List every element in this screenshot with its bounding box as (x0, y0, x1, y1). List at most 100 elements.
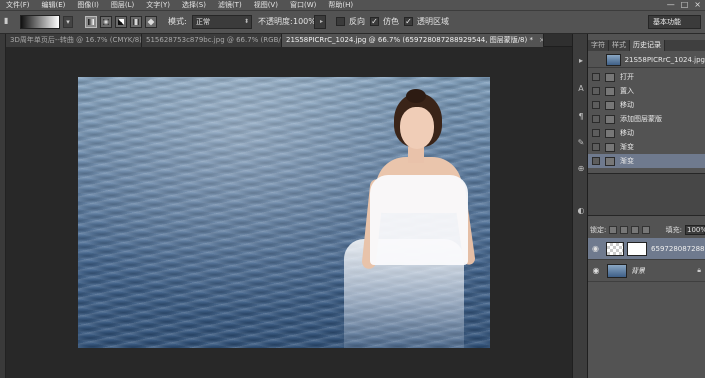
gradient-icon (605, 142, 615, 152)
reflected-gradient-icon (133, 19, 139, 25)
history-brush-source-toggle[interactable] (592, 115, 600, 123)
layer-row[interactable]: ◉ 背景 🔒︎ (588, 260, 705, 282)
history-step[interactable]: 添加图层蒙版 (588, 112, 705, 126)
hair-bun (406, 89, 426, 103)
layer-mask-thumbnail[interactable] (627, 241, 648, 256)
reflected-gradient-button[interactable] (130, 16, 142, 28)
history-step[interactable]: 移动 (588, 98, 705, 112)
history-brush-source-toggle[interactable] (592, 73, 600, 81)
snapshot-name: 21S58PICRrC_1024.jpg (624, 55, 705, 64)
eye-icon[interactable]: ◉ (591, 266, 601, 275)
diamond-gradient-button[interactable] (145, 16, 157, 28)
transparency-checkbox[interactable]: ✓ (404, 17, 413, 26)
menu-view[interactable]: 视图(V) (248, 0, 284, 10)
woman-figure (326, 89, 476, 348)
reverse-checkbox[interactable] (336, 17, 345, 26)
brush-panel-icon[interactable]: ✎ (576, 138, 586, 148)
close-icon[interactable]: × (539, 34, 543, 47)
tab-document-3[interactable]: 21S58PICRrC_1024.jpg @ 66.7% (6597280872… (282, 34, 544, 47)
history-step[interactable]: 渐变 (588, 140, 705, 154)
adjustments-icon[interactable]: ◐ (576, 206, 586, 216)
move-icon (605, 100, 615, 110)
gradient-picker-dropdown[interactable]: ▾ (63, 16, 73, 28)
history-step[interactable]: 移动 (588, 126, 705, 140)
document-icon (605, 86, 615, 96)
mode-label: 模式: (168, 17, 187, 26)
face (400, 107, 434, 149)
lock-label: 锁定: (590, 226, 607, 234)
tab-styles[interactable]: 样式 (609, 40, 630, 51)
opacity-value[interactable]: 100% (293, 16, 316, 28)
history-panel: 字符 样式 历史记录 21S58PICRrC_1024.jpg 打开 置入 移动… (588, 34, 705, 174)
window-controls: — □ × (667, 0, 701, 10)
document-tabs: 3D周年单页后--转曲 @ 16.7% (CMYK/8) 515628753c8… (6, 34, 572, 47)
menu-filter[interactable]: 滤镜(T) (212, 0, 248, 10)
lock-pixels-icon[interactable] (620, 226, 629, 234)
menu-help[interactable]: 帮助(H) (322, 0, 359, 10)
radial-gradient-button[interactable] (100, 16, 112, 28)
eye-icon[interactable]: ◉ (591, 244, 600, 253)
layer-row[interactable]: ◉ 659728087288... (588, 238, 705, 260)
collapsed-panel-dock: ▸ A ¶ ✎ ⊕ ◐ (572, 34, 588, 378)
radial-gradient-icon (103, 19, 109, 25)
menu-edit[interactable]: 编辑(E) (36, 0, 72, 10)
history-step[interactable]: 打开 (588, 70, 705, 84)
clone-source-icon[interactable]: ⊕ (576, 164, 586, 174)
lock-icon: 🔒︎ (697, 266, 701, 274)
menu-type[interactable]: 文字(Y) (140, 0, 176, 10)
gradient-tool-icon[interactable]: ▮ (4, 16, 13, 28)
paragraph-panel-icon[interactable]: ¶ (576, 112, 586, 122)
history-step[interactable]: 置入 (588, 84, 705, 98)
fill-input[interactable]: 100% (685, 225, 705, 235)
opacity-label: 不透明度: (258, 17, 293, 26)
maximize-button[interactable]: □ (681, 0, 689, 10)
history-step-label: 添加图层蒙版 (620, 115, 662, 123)
history-brush-source-toggle[interactable] (592, 157, 600, 165)
history-step-label: 置入 (620, 87, 634, 95)
history-brush-source-toggle[interactable] (592, 143, 600, 151)
history-panel-icon[interactable]: ▸ (576, 56, 586, 66)
document-icon (605, 72, 615, 82)
tab-label: 21S58PICRrC_1024.jpg @ 66.7% (6597280872… (286, 36, 533, 44)
menu-image[interactable]: 图像(I) (71, 0, 105, 10)
layer-lock-row: 锁定: 填充: 100% (588, 224, 705, 236)
move-icon (605, 128, 615, 138)
lock-transparent-icon[interactable] (609, 226, 618, 234)
document-image[interactable] (78, 77, 490, 348)
dither-checkbox[interactable]: ✓ (370, 17, 379, 26)
angle-gradient-icon (118, 19, 124, 25)
history-step-current[interactable]: 渐变 (588, 154, 705, 168)
panel-toolbar (588, 174, 705, 216)
history-step-label: 移动 (620, 129, 634, 137)
tab-history[interactable]: 历史记录 (630, 40, 665, 51)
history-brush-source-toggle[interactable] (592, 101, 600, 109)
linear-gradient-button[interactable] (85, 16, 97, 28)
tab-document-2[interactable]: 515628753c879bc.jpg @ 66.7% (RGB/8#) (142, 34, 282, 47)
workspace-select[interactable]: 基本功能 (648, 15, 701, 29)
gradient-preview-swatch[interactable] (20, 15, 60, 29)
angle-gradient-button[interactable] (115, 16, 127, 28)
canvas-area[interactable] (6, 47, 572, 378)
tab-document-1[interactable]: 3D周年单页后--转曲 @ 16.7% (CMYK/8) (6, 34, 142, 47)
opacity-dropdown[interactable]: ▸ (314, 15, 326, 29)
mode-select[interactable]: 正常 ⬍ (192, 15, 252, 29)
menu-window[interactable]: 窗口(W) (284, 0, 322, 10)
history-snapshot[interactable]: 21S58PICRrC_1024.jpg (588, 52, 705, 68)
tab-label: 515628753c879bc.jpg @ 66.7% (RGB/8#) (146, 36, 282, 44)
menu-select[interactable]: 选择(S) (176, 0, 212, 10)
menu-layer[interactable]: 图层(L) (105, 0, 140, 10)
lock-all-icon[interactable] (642, 226, 651, 234)
panel-tabs: 字符 样式 历史记录 (588, 40, 705, 51)
history-brush-source-toggle[interactable] (592, 129, 600, 137)
layer-thumbnail (607, 263, 627, 278)
tab-label: 3D周年单页后--转曲 @ 16.7% (CMYK/8) (10, 36, 142, 44)
history-step-label: 移动 (620, 101, 634, 109)
minimize-button[interactable]: — (667, 0, 675, 10)
character-panel-icon[interactable]: A (576, 84, 586, 94)
history-brush-source-toggle[interactable] (592, 87, 600, 95)
close-button[interactable]: × (694, 0, 701, 10)
menu-file[interactable]: 文件(F) (0, 0, 36, 10)
tab-character[interactable]: 字符 (588, 40, 609, 51)
lock-position-icon[interactable] (631, 226, 640, 234)
workspace-select-value: 基本功能 (653, 18, 681, 26)
